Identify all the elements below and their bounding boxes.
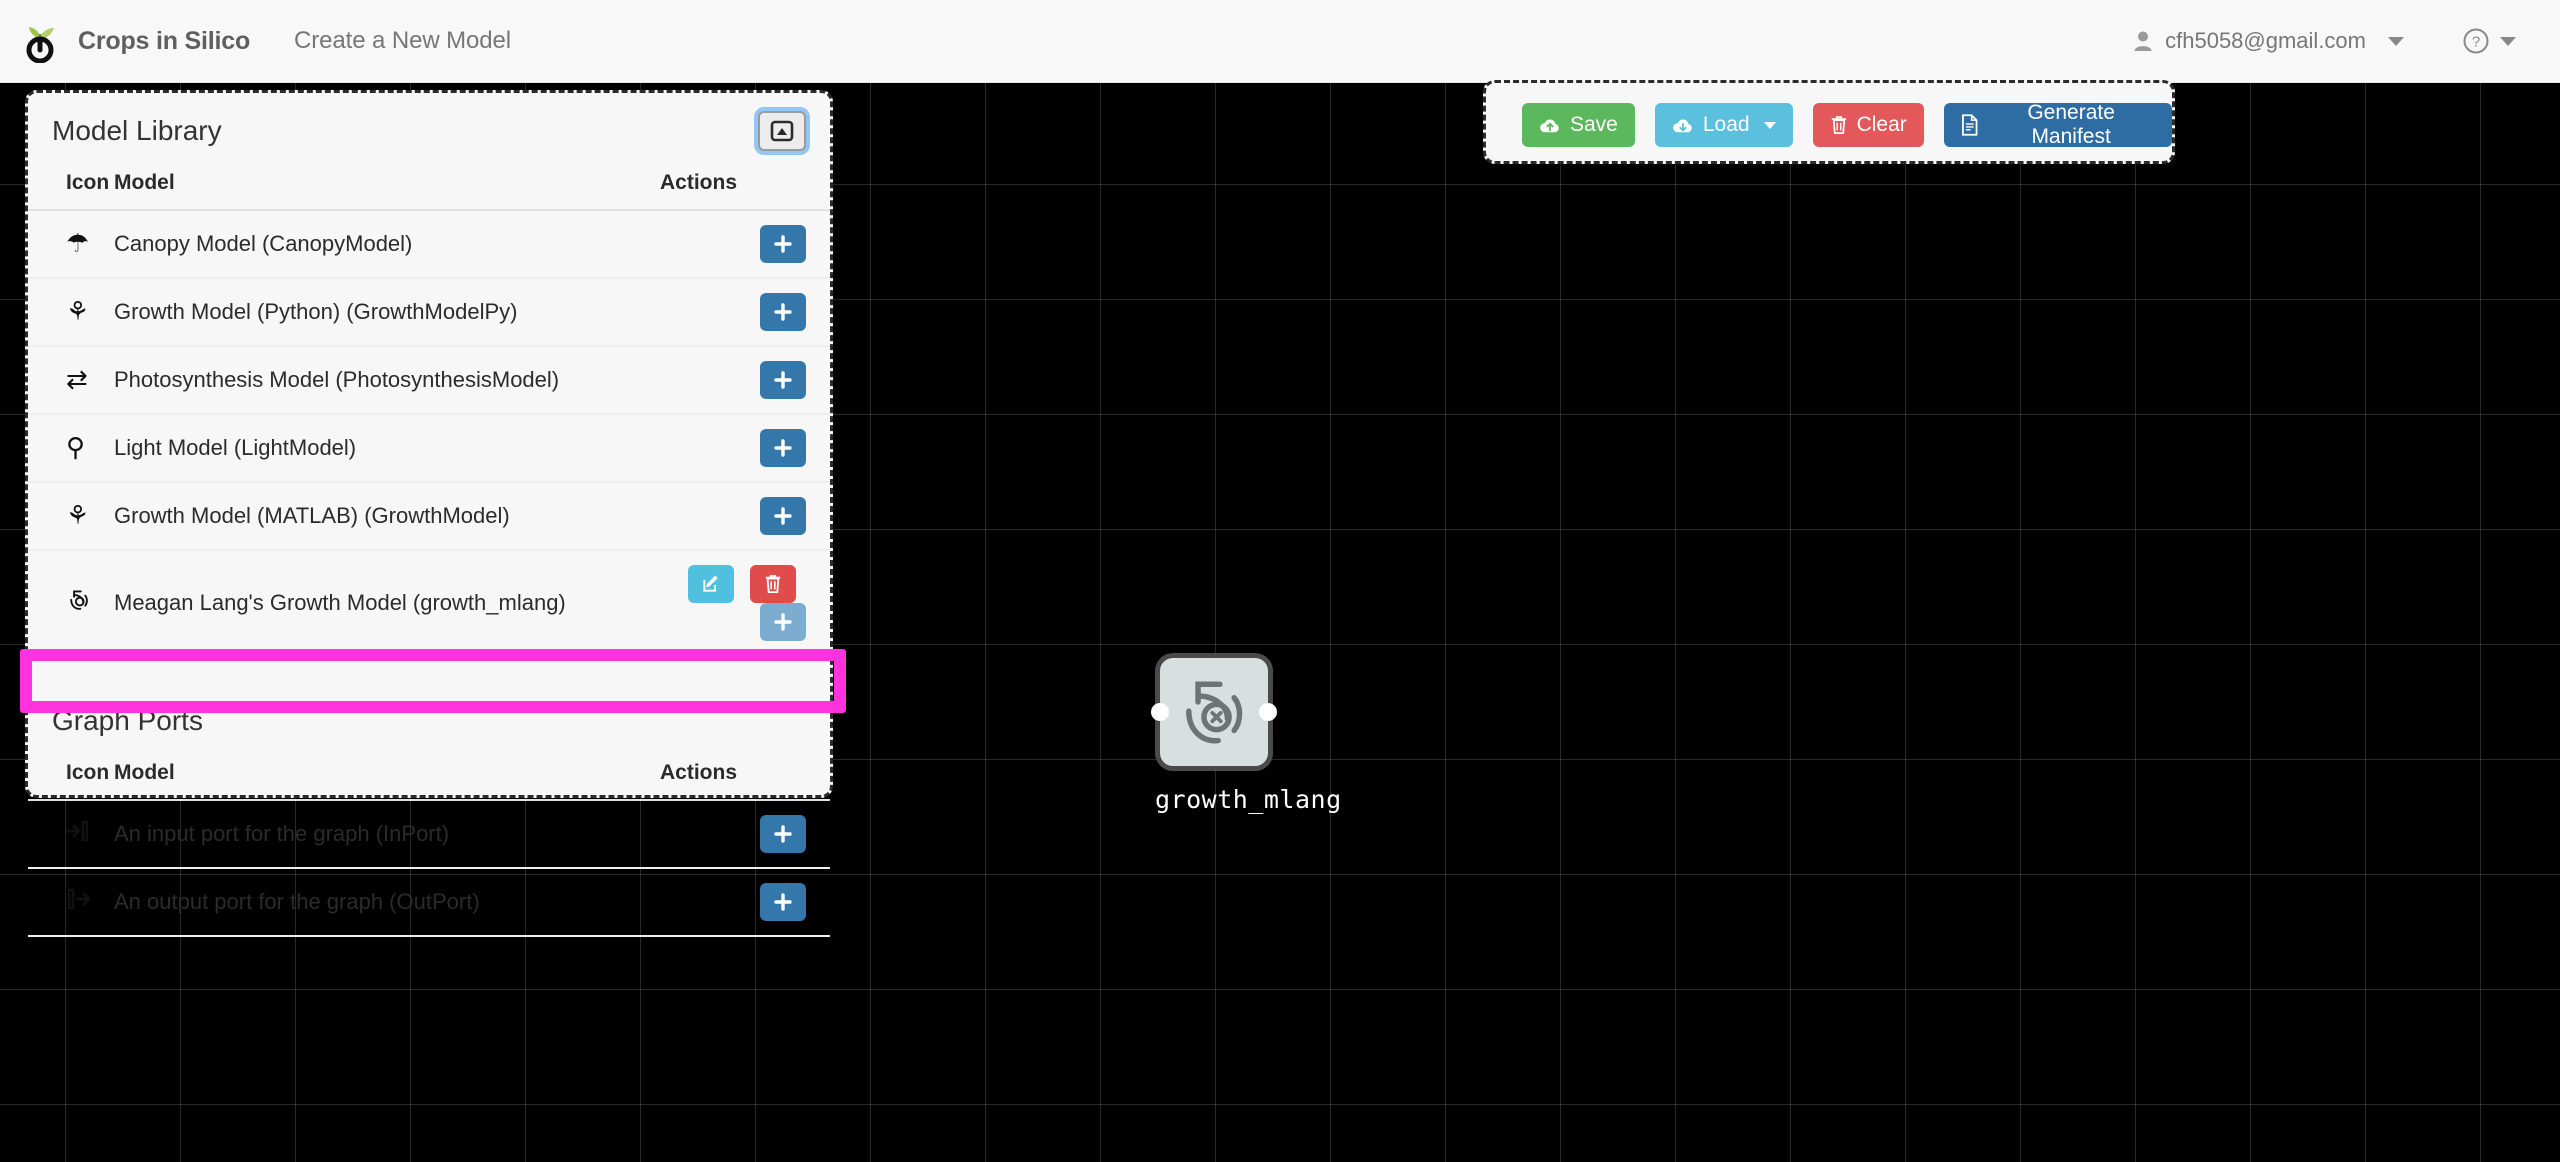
table-row[interactable]: ⇄ Photosynthesis Model (PhotosynthesisMo… bbox=[28, 346, 830, 415]
save-label: Save bbox=[1570, 113, 1618, 136]
plus-icon bbox=[774, 235, 792, 253]
edit-icon bbox=[703, 575, 718, 592]
plus-icon bbox=[774, 507, 792, 525]
table-row[interactable]: ⚲ Light Model (LightModel) bbox=[28, 414, 830, 483]
delete-model-button[interactable] bbox=[750, 565, 796, 603]
edit-model-button[interactable] bbox=[687, 565, 734, 603]
file-text-icon bbox=[1961, 114, 1978, 136]
add-model-button[interactable] bbox=[760, 497, 806, 535]
user-icon bbox=[2134, 31, 2152, 51]
clear-button[interactable]: Clear bbox=[1812, 103, 1924, 147]
sign-out-icon bbox=[67, 888, 91, 910]
graph-ports-table: Icon Model Actions An input port for the… bbox=[28, 753, 830, 937]
model-name: Growth Model (Python) (GrowthModelPy) bbox=[114, 278, 660, 347]
add-model-button[interactable] bbox=[760, 603, 806, 641]
cis-spiral-icon bbox=[1186, 681, 1243, 744]
col-model: Model bbox=[114, 753, 660, 801]
brand-title[interactable]: Crops in Silico bbox=[78, 27, 250, 56]
canvas-node-growth-mlang[interactable]: growth_mlang bbox=[1151, 653, 1342, 814]
trash-icon bbox=[765, 575, 781, 593]
node-body[interactable] bbox=[1151, 653, 1277, 771]
graph-ports-header-row: Icon Model Actions bbox=[28, 753, 830, 801]
col-actions: Actions bbox=[660, 753, 830, 801]
plus-icon bbox=[774, 439, 792, 457]
user-menu[interactable]: cfh5058@gmail.com bbox=[2133, 28, 2404, 54]
header-right-group: cfh5058@gmail.com ? bbox=[2133, 27, 2560, 55]
caret-down-icon bbox=[1763, 121, 1776, 129]
plus-icon bbox=[774, 613, 792, 631]
nav-create-new-model[interactable]: Create a New Model bbox=[294, 27, 511, 55]
section-divider bbox=[28, 657, 830, 683]
question-circle-icon: ? bbox=[2463, 28, 2489, 54]
model-library-table: Icon Model Actions ☂ Canopy Model (Canop… bbox=[28, 163, 830, 657]
table-row[interactable]: ⚘ Growth Model (MATLAB) (GrowthModel) bbox=[28, 482, 830, 551]
exchange-icon: ⇄ bbox=[66, 364, 88, 394]
lightbulb-icon: ⚲ bbox=[66, 432, 86, 462]
model-library-header-row: Icon Model Actions bbox=[28, 163, 830, 211]
graph-ports-title: Graph Ports bbox=[52, 705, 203, 736]
sprout-power-logo[interactable] bbox=[18, 18, 62, 64]
add-outport-button[interactable] bbox=[760, 883, 806, 921]
trash-icon bbox=[1831, 116, 1846, 134]
cis-spiral-icon bbox=[70, 590, 88, 610]
model-library-header: Model Library bbox=[28, 93, 830, 163]
model-name: Growth Model (MATLAB) (GrowthModel) bbox=[114, 482, 660, 551]
load-button[interactable]: Load bbox=[1654, 103, 1793, 147]
toolbar-buttons: Save Load Clear Generate Manifest bbox=[1486, 83, 2172, 148]
model-name: Photosynthesis Model (PhotosynthesisMode… bbox=[114, 346, 660, 415]
port-name: An output port for the graph (OutPort) bbox=[114, 868, 660, 937]
generate-manifest-button[interactable]: Generate Manifest bbox=[1943, 101, 2172, 148]
table-row[interactable]: ☂ Canopy Model (CanopyModel) bbox=[28, 210, 830, 279]
app-root: growth_mlang Crops in Silico Create a Ne… bbox=[0, 0, 2560, 1162]
table-row[interactable]: ⚘ Growth Model (Python) (GrowthModelPy) bbox=[28, 278, 830, 347]
collapse-panel-icon bbox=[770, 120, 794, 142]
table-row[interactable]: Meagan Lang's Growth Model (growth_mlang… bbox=[28, 550, 830, 657]
umbrella-icon: ☂ bbox=[66, 228, 90, 258]
add-inport-button[interactable] bbox=[760, 815, 806, 853]
plus-icon bbox=[774, 303, 792, 321]
add-model-button[interactable] bbox=[760, 293, 806, 331]
sign-in-icon bbox=[65, 820, 89, 842]
model-name: Meagan Lang's Growth Model (growth_mlang… bbox=[114, 550, 660, 657]
node-input-port[interactable] bbox=[1151, 703, 1169, 721]
seedling-icon: ⚘ bbox=[66, 500, 90, 530]
node-output-port[interactable] bbox=[1259, 703, 1277, 721]
caret-down-icon bbox=[2500, 36, 2516, 46]
plus-icon bbox=[774, 825, 792, 843]
model-library-title: Model Library bbox=[52, 115, 222, 146]
help-menu[interactable]: ? bbox=[2462, 27, 2516, 55]
model-name: Canopy Model (CanopyModel) bbox=[114, 210, 660, 279]
col-icon: Icon bbox=[28, 163, 114, 211]
node-label: growth_mlang bbox=[1155, 785, 1342, 814]
cloud-upload-icon bbox=[1540, 119, 1559, 133]
svg-text:?: ? bbox=[2472, 34, 2480, 51]
manifest-label: Generate Manifest bbox=[2027, 101, 2115, 148]
caret-down-icon bbox=[2388, 36, 2404, 46]
add-model-button[interactable] bbox=[760, 429, 806, 467]
table-row[interactable]: An input port for the graph (InPort) bbox=[28, 800, 830, 869]
graph-toolbar-panel: Save Load Clear Generate Manifest bbox=[1483, 80, 2175, 164]
model-name: Light Model (LightModel) bbox=[114, 414, 660, 483]
save-button[interactable]: Save bbox=[1522, 103, 1635, 147]
plus-icon bbox=[774, 893, 792, 911]
app-header: Crops in Silico Create a New Model cfh50… bbox=[0, 0, 2560, 83]
col-icon: Icon bbox=[28, 753, 114, 801]
port-name: An input port for the graph (InPort) bbox=[114, 800, 660, 869]
clear-label: Clear bbox=[1856, 113, 1907, 136]
collapse-panel-button[interactable] bbox=[758, 111, 806, 151]
col-model: Model bbox=[114, 163, 660, 211]
add-model-button[interactable] bbox=[760, 361, 806, 399]
user-email: cfh5058@gmail.com bbox=[2165, 28, 2366, 53]
add-model-button[interactable] bbox=[760, 225, 806, 263]
model-library-panel: Model Library Icon Model Actions ☂ Canop… bbox=[25, 90, 833, 937]
table-row[interactable]: An output port for the graph (OutPort) bbox=[28, 868, 830, 937]
seedling-icon: ⚘ bbox=[66, 296, 90, 326]
col-actions: Actions bbox=[660, 163, 830, 211]
plus-icon bbox=[774, 371, 792, 389]
cloud-download-icon bbox=[1673, 119, 1692, 133]
load-label: Load bbox=[1702, 113, 1750, 136]
